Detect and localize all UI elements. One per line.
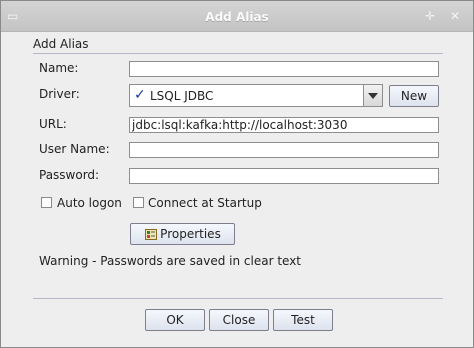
group-title: Add Alias: [33, 37, 89, 51]
checkmark-icon: ✓: [134, 87, 146, 103]
password-field[interactable]: [129, 168, 439, 184]
new-driver-button[interactable]: New: [389, 85, 439, 107]
pin-icon[interactable]: ✛: [425, 9, 435, 23]
warning-text: Warning - Passwords are saved in clear t…: [39, 254, 302, 268]
close-icon[interactable]: ✕: [450, 9, 460, 23]
auto-logon-label[interactable]: Auto logon: [57, 196, 122, 210]
group-divider: [33, 53, 443, 54]
driver-label: Driver:: [39, 87, 80, 101]
url-label: URL:: [39, 117, 67, 131]
name-field[interactable]: [129, 61, 439, 77]
url-field[interactable]: [129, 117, 439, 133]
driver-select[interactable]: ✓ LSQL JDBC: [129, 84, 383, 107]
properties-icon: [145, 229, 157, 240]
driver-dropdown-button[interactable]: [363, 84, 383, 107]
driver-value: LSQL JDBC: [150, 89, 214, 103]
window-title: Add Alias: [205, 10, 269, 24]
test-button[interactable]: Test: [273, 309, 333, 331]
auto-logon-checkbox[interactable]: [41, 197, 52, 208]
connect-at-startup-label[interactable]: Connect at Startup: [148, 196, 262, 210]
name-label: Name:: [39, 61, 79, 75]
connect-at-startup-checkbox[interactable]: [133, 197, 144, 208]
properties-label: Properties: [160, 227, 221, 241]
chevron-down-icon: [368, 93, 378, 99]
close-button[interactable]: Close: [209, 309, 269, 331]
add-alias-dialog: ▭ Add Alias ✛ ✕ Add Alias Name: Driver: …: [0, 0, 474, 348]
user-name-field[interactable]: [129, 142, 439, 158]
user-name-label: User Name:: [39, 142, 110, 156]
properties-button[interactable]: Properties: [130, 223, 235, 245]
password-label: Password:: [39, 168, 100, 182]
ok-button[interactable]: OK: [145, 309, 205, 331]
title-bar[interactable]: ▭ Add Alias ✛ ✕: [1, 1, 473, 32]
footer-divider: [33, 298, 443, 299]
